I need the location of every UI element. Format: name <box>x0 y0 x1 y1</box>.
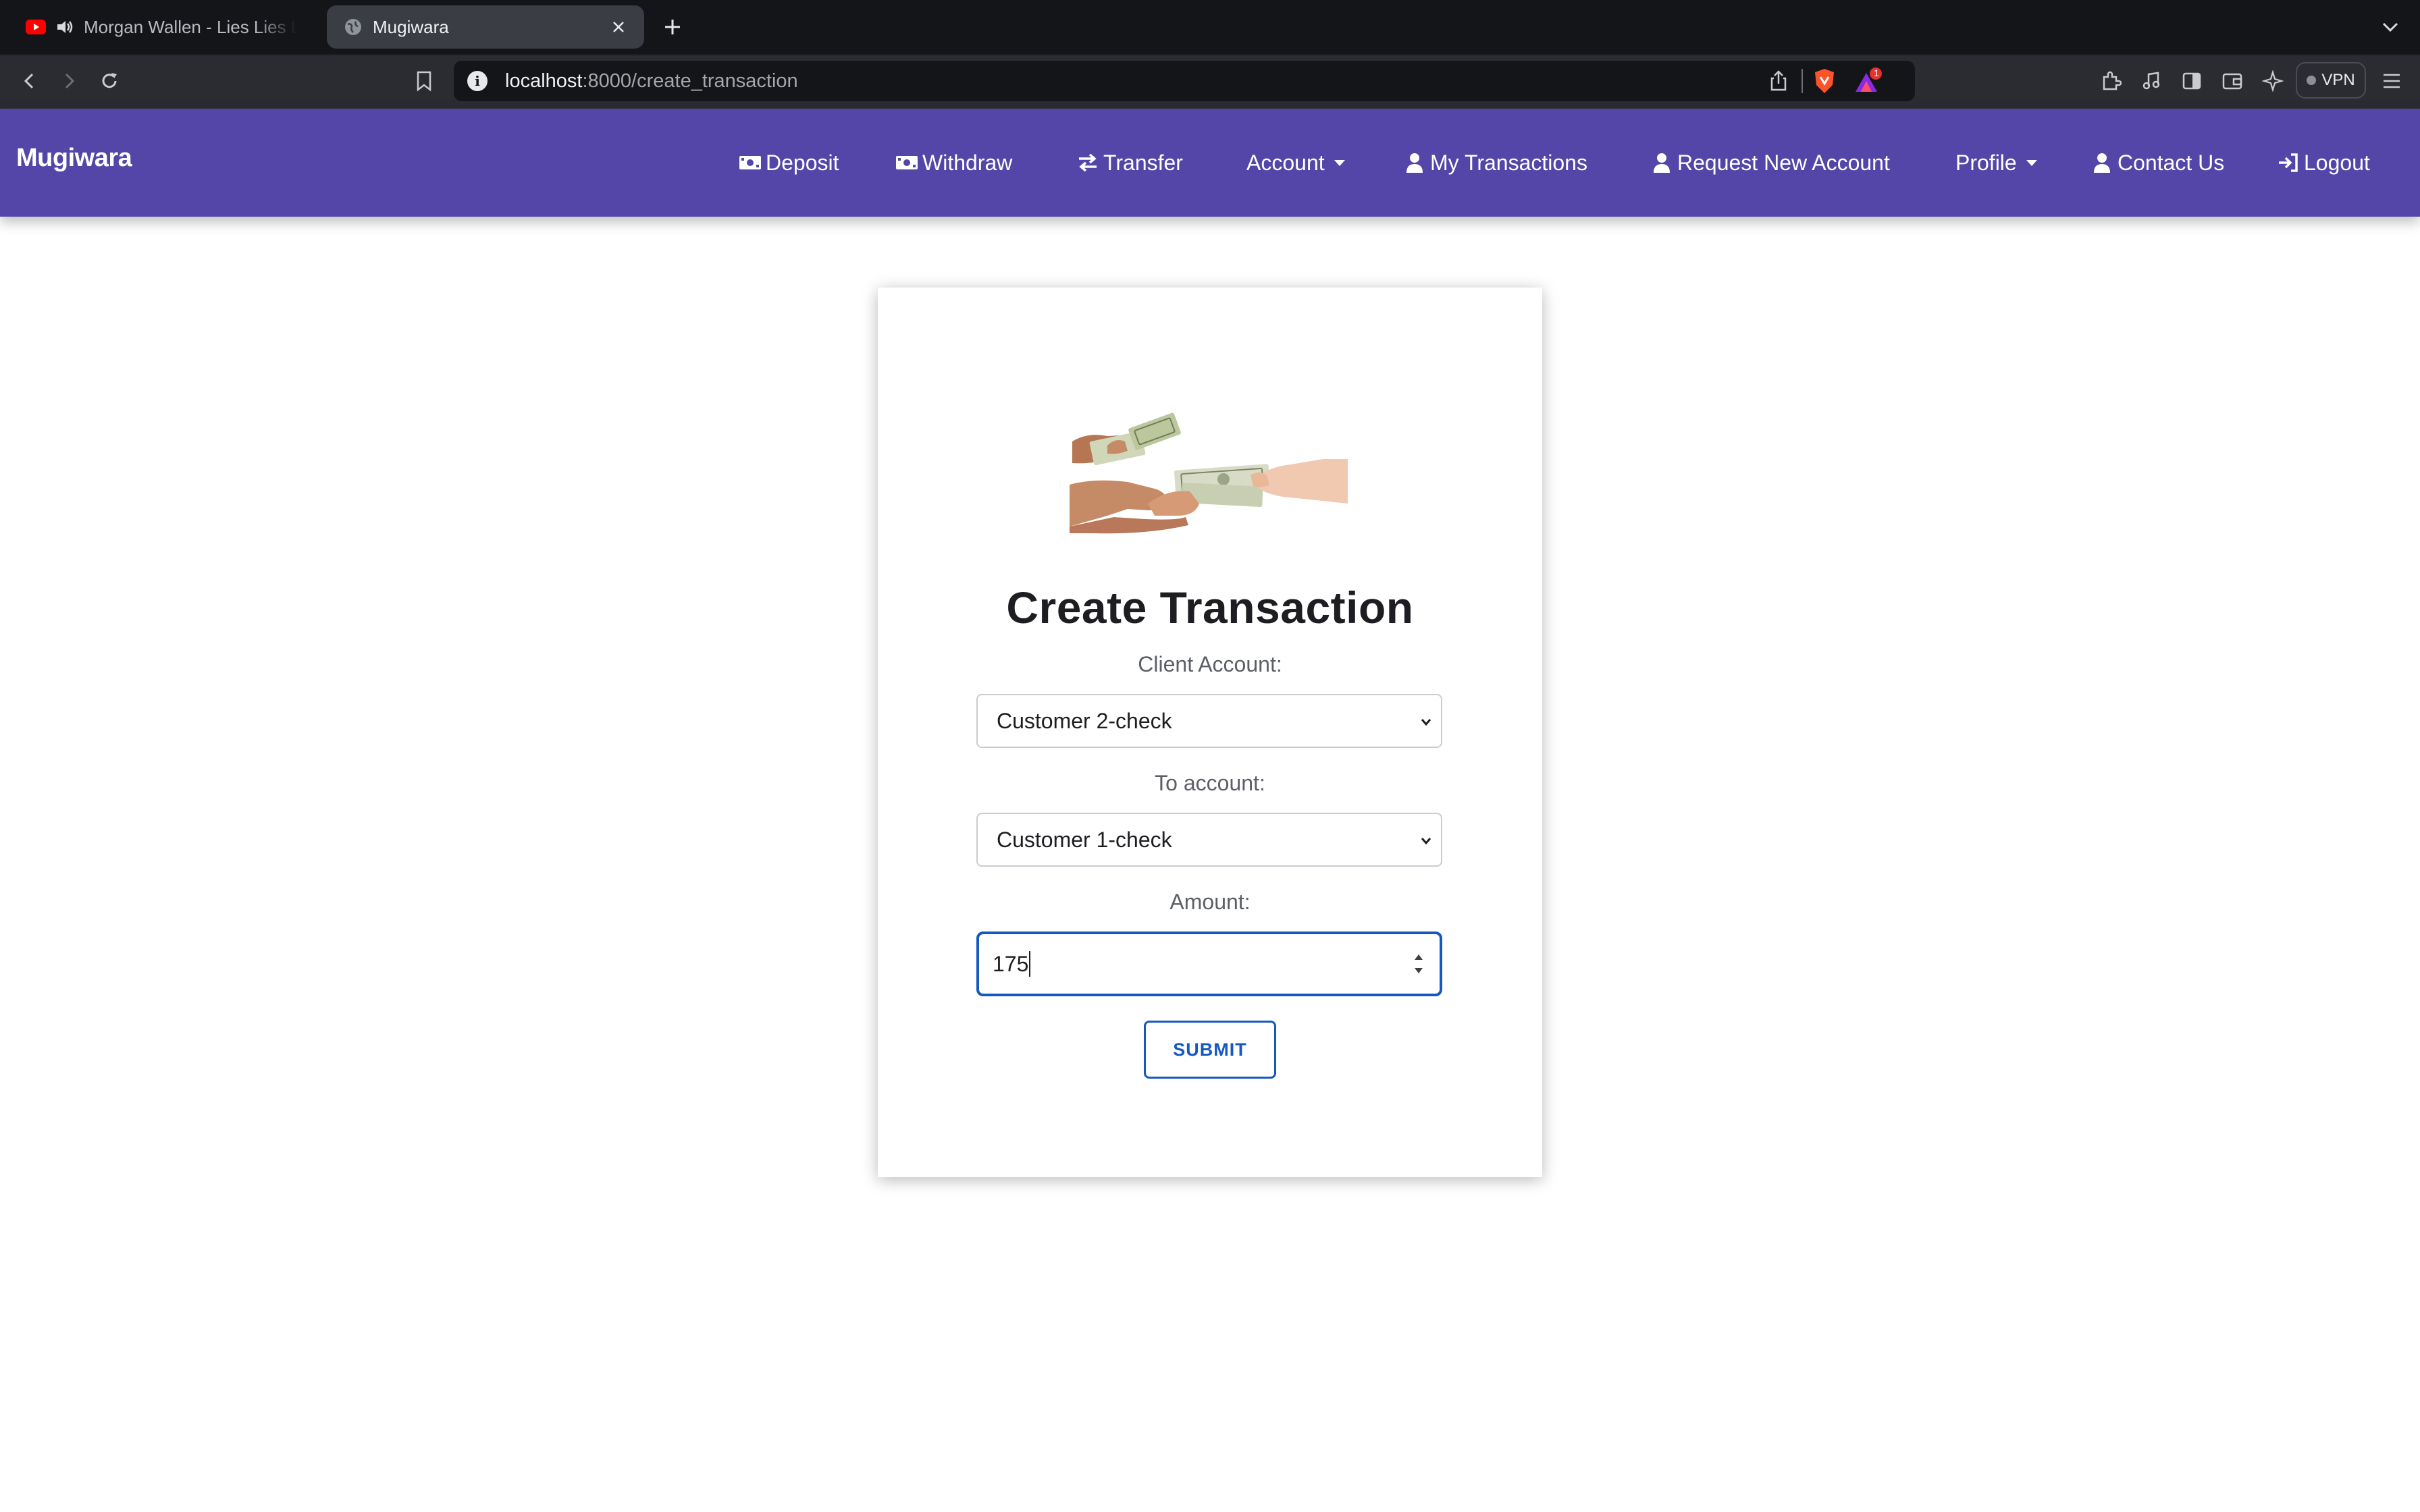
to-account-select[interactable]: Customer 1-check <box>976 813 1442 867</box>
sidebar-icon[interactable] <box>2178 68 2205 94</box>
chevron-down-icon <box>1421 719 1431 726</box>
browser-toolbar: i localhost :8000/create_transaction 1 V… <box>0 54 2420 109</box>
extensions-icon[interactable] <box>2097 68 2124 94</box>
brave-shields-icon[interactable] <box>1812 68 1837 94</box>
vpn-label: VPN <box>2321 71 2355 89</box>
nav-logout[interactable]: Logout <box>2277 146 2370 179</box>
url-path: :8000/create_transaction <box>582 70 798 92</box>
client-account-select[interactable]: Customer 2-check <box>976 694 1442 748</box>
back-icon[interactable] <box>16 68 43 94</box>
vpn-button[interactable]: VPN <box>2296 62 2366 99</box>
share-icon[interactable] <box>1766 69 1791 93</box>
page-title: Create Transaction <box>1006 583 1414 632</box>
vpn-status-icon <box>2307 76 2317 85</box>
chevron-down-icon <box>1421 838 1431 845</box>
divider <box>1801 69 1803 93</box>
bookmark-icon[interactable] <box>411 68 438 94</box>
nav-label: Profile <box>1955 150 2017 175</box>
nav-account-dropdown[interactable]: Account <box>1246 146 1345 179</box>
caret-down-icon <box>1334 159 1345 166</box>
money-bill-icon <box>739 151 762 174</box>
new-tab-icon[interactable] <box>660 15 685 39</box>
money-exchange-illustration <box>1070 412 1348 534</box>
notification-count: 1 <box>1874 68 1879 78</box>
brand-logo[interactable]: Mugiwara <box>16 144 132 173</box>
client-account-value: Customer 2-check <box>997 708 1172 733</box>
close-tab-icon[interactable] <box>609 18 628 36</box>
tab-title: Morgan Wallen - Lies Lies Lies <box>84 16 297 37</box>
site-info-icon[interactable]: i <box>467 71 488 91</box>
text-cursor <box>1029 951 1031 977</box>
nav-transfer[interactable]: Transfer <box>1076 146 1183 179</box>
amount-input[interactable]: 175 <box>976 932 1442 996</box>
money-bill-icon <box>895 151 918 174</box>
speaker-icon[interactable] <box>55 18 74 36</box>
nav-label: My Transactions <box>1430 150 1587 175</box>
nav-withdraw[interactable]: Withdraw <box>895 146 1012 179</box>
transaction-card: Create Transaction Client Account: Custo… <box>878 288 1542 1177</box>
nav-label: Logout <box>2304 150 2370 175</box>
sign-in-icon <box>2277 151 2300 174</box>
amount-label: Amount: <box>1169 890 1251 914</box>
youtube-icon <box>26 17 46 37</box>
user-icon <box>2090 151 2113 174</box>
browser-tab-strip: Morgan Wallen - Lies Lies Lies Mugiwara <box>0 0 2420 54</box>
nav-profile-dropdown[interactable]: Profile <box>1955 146 2037 179</box>
caret-down-icon <box>2026 159 2037 166</box>
number-spinner[interactable] <box>1411 948 1426 980</box>
url-host: localhost <box>505 70 583 92</box>
exchange-arrows-icon <box>1076 151 1099 174</box>
browser-tab-mugiwara[interactable]: Mugiwara <box>327 5 644 49</box>
browser-tab-youtube[interactable]: Morgan Wallen - Lies Lies Lies <box>9 5 313 49</box>
nav-label: Transfer <box>1103 150 1183 175</box>
nav-label: Deposit <box>766 150 839 175</box>
nav-deposit[interactable]: Deposit <box>739 146 839 179</box>
tab-title: Mugiwara <box>373 16 449 37</box>
reload-icon[interactable] <box>96 68 123 94</box>
media-icon[interactable] <box>2138 68 2165 94</box>
leo-ai-icon[interactable] <box>2259 68 2286 94</box>
client-account-label: Client Account: <box>1138 652 1282 676</box>
submit-button[interactable]: SUBMIT <box>1144 1021 1276 1079</box>
forward-icon[interactable] <box>55 68 82 94</box>
nav-label: Account <box>1246 150 1325 175</box>
brave-rewards-icon[interactable]: 1 <box>1853 68 1883 94</box>
nav-my-transactions[interactable]: My Transactions <box>1403 146 1587 179</box>
amount-value: 175 <box>993 951 1029 976</box>
menu-icon[interactable] <box>2378 68 2405 94</box>
user-icon <box>1650 151 1673 174</box>
tab-list-chevron-icon[interactable] <box>2379 16 2401 38</box>
nav-label: Withdraw <box>922 150 1013 175</box>
nav-contact-us[interactable]: Contact Us <box>2090 146 2224 179</box>
to-account-value: Customer 1-check <box>997 827 1172 852</box>
globe-icon <box>343 17 363 37</box>
user-icon <box>1403 151 1426 174</box>
nav-label: Request New Account <box>1677 150 1890 175</box>
nav-label: Contact Us <box>2118 150 2225 175</box>
nav-request-new-account[interactable]: Request New Account <box>1650 146 1890 179</box>
app-navbar: Mugiwara Deposit Withdraw Transfer Accou… <box>0 109 2420 217</box>
address-bar[interactable]: i localhost :8000/create_transaction 1 <box>454 61 1915 101</box>
to-account-label: To account: <box>1155 771 1265 795</box>
wallet-icon[interactable] <box>2219 68 2246 94</box>
